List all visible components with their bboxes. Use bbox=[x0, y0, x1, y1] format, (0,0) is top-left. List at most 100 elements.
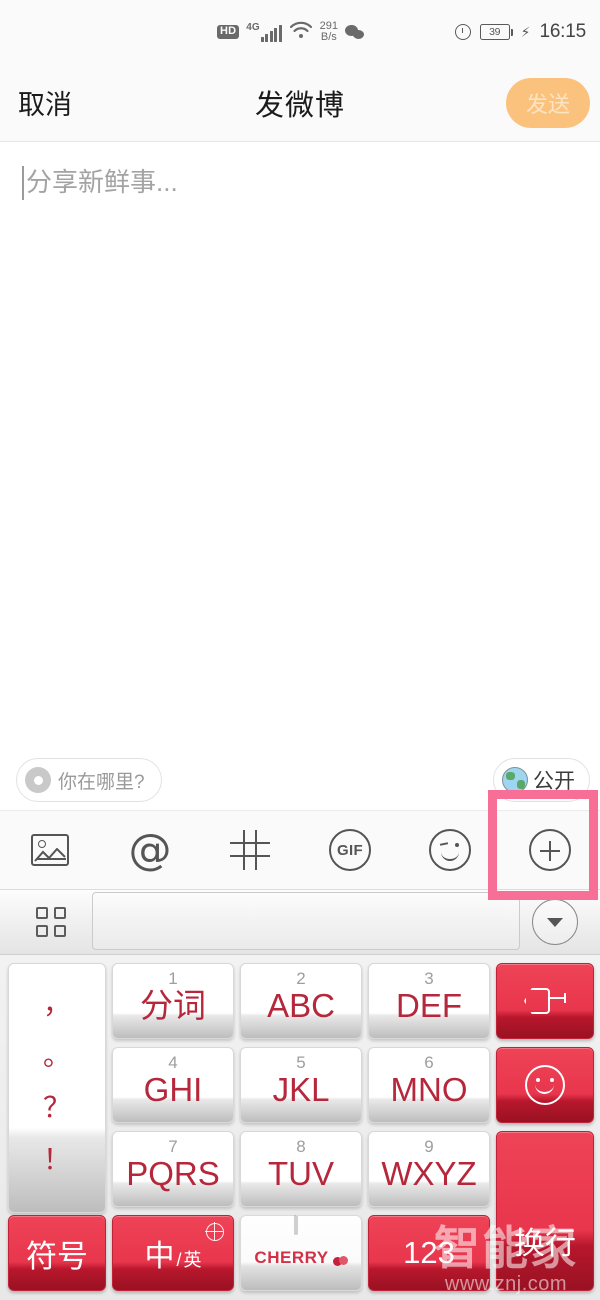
key-8-number: 8 bbox=[296, 1137, 306, 1156]
language-secondary: 英 bbox=[183, 1250, 202, 1270]
key-9-number: 9 bbox=[424, 1137, 434, 1156]
enter-key-label: 换行 bbox=[514, 1226, 576, 1261]
status-bar: HD 4G 291 B/s 39 ⚡ 16:15 bbox=[0, 0, 600, 64]
emoji-smiley-icon bbox=[525, 1065, 565, 1105]
status-bar-center-group: HD 4G 291 B/s bbox=[217, 21, 365, 44]
keyboard-candidate-bar bbox=[0, 890, 600, 955]
cancel-button[interactable]: 取消 bbox=[18, 83, 72, 122]
key-1[interactable]: 1 分词 bbox=[112, 963, 234, 1039]
network-speed: 291 B/s bbox=[320, 21, 338, 43]
key-1-label: 分词 bbox=[140, 987, 206, 1024]
key-8[interactable]: 8 TUV bbox=[240, 1131, 362, 1207]
location-chip[interactable]: 你在哪里? bbox=[16, 758, 162, 802]
symbols-key-label: 符号 bbox=[26, 1238, 88, 1274]
toolbar-gif-button[interactable]: GIF bbox=[300, 811, 400, 889]
nav-bar: 取消 发微博 发送 bbox=[0, 64, 600, 142]
cherry-keyboard: ， 。 ？ ！ 1 分词 2 ABC 3 DEF 4 GHI 5 JKL 6 M… bbox=[0, 955, 600, 1300]
punct-char-question: ？ bbox=[42, 1092, 71, 1123]
language-toggle-key[interactable]: 中 / 英 bbox=[112, 1215, 234, 1291]
weibo-compose-screen: HD 4G 291 B/s 39 ⚡ 16:15 取消 发微博 发送 分享新鲜事… bbox=[0, 0, 600, 1300]
key-9-label: WXYZ bbox=[381, 1155, 477, 1192]
key-6-label: MNO bbox=[390, 1071, 468, 1108]
key-4[interactable]: 4 GHI bbox=[112, 1047, 234, 1123]
toolbar-more-button[interactable] bbox=[500, 811, 600, 889]
key-3-number: 3 bbox=[424, 969, 434, 988]
send-button[interactable]: 发送 bbox=[506, 77, 590, 128]
privacy-chip[interactable]: 公开 bbox=[493, 758, 590, 802]
space-key[interactable]: CHERRY bbox=[240, 1215, 362, 1291]
compose-area[interactable]: 分享新鲜事... bbox=[0, 143, 600, 750]
emoji-icon bbox=[429, 829, 471, 871]
key-5-label: JKL bbox=[272, 1071, 330, 1108]
key-8-label: TUV bbox=[268, 1155, 334, 1192]
globe-icon bbox=[502, 767, 528, 793]
key-7[interactable]: 7 PQRS bbox=[112, 1131, 234, 1207]
hashtag-icon bbox=[230, 830, 270, 870]
key-2-label: ABC bbox=[267, 987, 335, 1024]
key-2[interactable]: 2 ABC bbox=[240, 963, 362, 1039]
privacy-label: 公开 bbox=[533, 770, 575, 793]
punctuation-key[interactable]: ， 。 ？ ！ bbox=[8, 963, 106, 1213]
key-7-label: PQRS bbox=[126, 1155, 220, 1192]
cherry-brand-label: CHERRY bbox=[254, 1248, 329, 1267]
globe-icon bbox=[205, 1222, 224, 1241]
punct-char-exclaim: ！ bbox=[42, 1144, 71, 1175]
image-icon bbox=[31, 834, 69, 866]
cellular-signal-icon: 4G bbox=[246, 21, 282, 42]
emoji-key[interactable] bbox=[496, 1047, 594, 1123]
language-sep: / bbox=[176, 1250, 182, 1270]
hd-badge: HD bbox=[217, 25, 240, 39]
punct-char-comma: ， bbox=[42, 988, 71, 1019]
network-type-label: 4G bbox=[246, 21, 260, 33]
key-4-label: GHI bbox=[143, 1071, 203, 1108]
cherry-berry-icon bbox=[332, 1251, 348, 1266]
battery-level-label: 39 bbox=[479, 24, 510, 40]
key-1-number: 1 bbox=[168, 969, 178, 988]
gif-icon: GIF bbox=[329, 829, 371, 871]
grid-menu-icon[interactable] bbox=[36, 907, 66, 937]
key-6[interactable]: 6 MNO bbox=[368, 1047, 490, 1123]
language-toggle-label: 中 / 英 bbox=[144, 1231, 201, 1275]
compose-placeholder: 分享新鲜事... bbox=[26, 167, 178, 197]
plus-icon bbox=[529, 829, 571, 871]
compose-toolbar: @ GIF bbox=[0, 810, 600, 890]
status-bar-time: 16:15 bbox=[539, 21, 586, 42]
status-bar-right-group: 39 ⚡ 16:15 bbox=[454, 0, 586, 64]
microphone-icon bbox=[294, 1215, 308, 1245]
key-3[interactable]: 3 DEF bbox=[368, 963, 490, 1039]
lightning-bolt-icon: ⚡ bbox=[520, 23, 531, 40]
toolbar-mention-button[interactable]: @ bbox=[100, 811, 200, 889]
location-label: 你在哪里? bbox=[58, 771, 145, 793]
wechat-icon bbox=[345, 24, 365, 40]
cherry-brand-logo: CHERRY bbox=[254, 1248, 348, 1268]
battery-cap bbox=[510, 28, 513, 36]
key-9[interactable]: 9 WXYZ bbox=[368, 1131, 490, 1207]
punct-char-period: 。 bbox=[42, 1040, 71, 1071]
key-7-number: 7 bbox=[168, 1137, 178, 1156]
numeric-key[interactable]: 123 bbox=[368, 1215, 490, 1291]
at-mention-icon: @ bbox=[128, 825, 172, 875]
toolbar-image-button[interactable] bbox=[0, 811, 100, 889]
toolbar-topic-button[interactable] bbox=[200, 811, 300, 889]
backspace-icon bbox=[524, 986, 566, 1016]
key-3-label: DEF bbox=[396, 987, 462, 1024]
symbols-key[interactable]: 符号 bbox=[8, 1215, 106, 1291]
chevron-down-icon[interactable] bbox=[532, 899, 578, 945]
location-pin-icon bbox=[25, 767, 51, 793]
numeric-key-label: 123 bbox=[403, 1235, 455, 1270]
language-main: 中 bbox=[144, 1240, 175, 1273]
backspace-key[interactable] bbox=[496, 963, 594, 1039]
battery-indicator: 39 bbox=[479, 24, 513, 40]
key-2-number: 2 bbox=[296, 969, 306, 988]
enter-key[interactable]: 换行 bbox=[496, 1131, 594, 1291]
compose-placeholder-row[interactable]: 分享新鲜事... bbox=[0, 143, 600, 200]
wifi-icon bbox=[289, 21, 313, 44]
key-5[interactable]: 5 JKL bbox=[240, 1047, 362, 1123]
text-caret bbox=[22, 166, 24, 200]
toolbar-emoji-button[interactable] bbox=[400, 811, 500, 889]
key-6-number: 6 bbox=[424, 1053, 434, 1072]
alarm-clock-icon bbox=[454, 24, 471, 40]
signal-bars-icon bbox=[260, 24, 282, 42]
candidate-text-field[interactable] bbox=[92, 892, 520, 950]
network-speed-unit: B/s bbox=[320, 31, 337, 43]
